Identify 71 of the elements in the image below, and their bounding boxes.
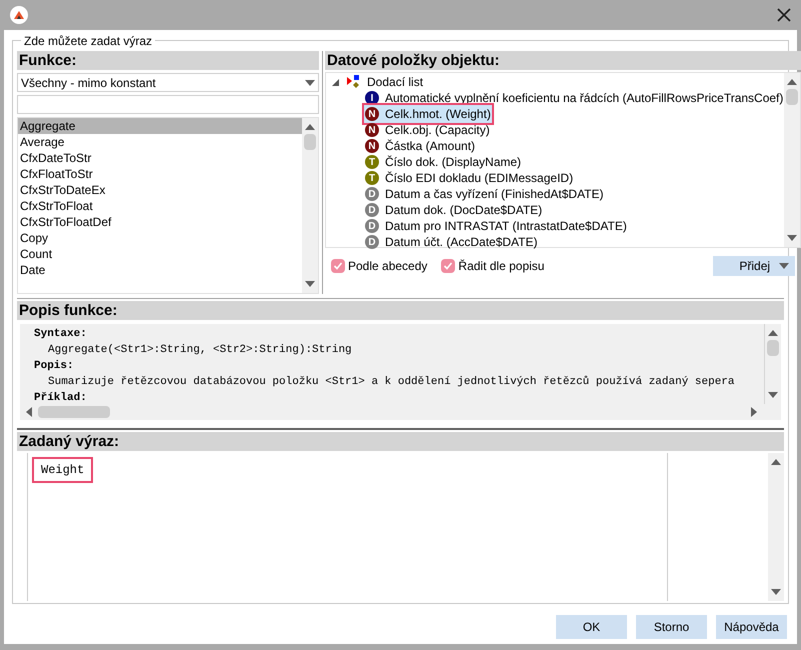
function-item[interactable]: Average [18, 134, 302, 150]
description-text: Sumarizuje řetězcovou databázovou položku <Str1> a k oddělení jednotlivých řetězců používá zadaný sepera [47, 374, 735, 390]
expression-text: Weight [32, 457, 94, 483]
scroll-down-icon[interactable] [768, 392, 778, 398]
function-item[interactable]: Copy [18, 230, 302, 246]
scroll-down-icon[interactable] [305, 281, 315, 287]
tree-item[interactable]: N Celk.obj. (Capacity) [364, 121, 491, 139]
dialog-button[interactable]: Storno [636, 615, 707, 639]
tree-item[interactable]: N Celk.hmot. (Weight) [364, 105, 492, 123]
object-icon [345, 75, 361, 89]
section-heading: Zadaný výraz: [17, 432, 784, 451]
checkbox-icon[interactable] [331, 259, 345, 273]
scroll-down-icon[interactable] [305, 80, 315, 86]
function-item[interactable]: CfxStrToFloat [18, 198, 302, 214]
search-field[interactable] [17, 95, 319, 114]
function-item[interactable]: Aggregate [18, 118, 302, 134]
close-icon[interactable] [777, 8, 791, 22]
section-heading: Popis funkce: [17, 301, 784, 320]
tree-root-label[interactable]: Dodací list [367, 73, 424, 91]
field-type-icon: D [365, 219, 379, 233]
function-filter-dropdown[interactable]: Všechny - mimo konstant [17, 73, 319, 92]
tree-item[interactable]: D Datum a čas vyřízení (FinishedAt$DATE) [364, 185, 605, 203]
tree-item[interactable]: T Číslo dok. (DisplayName) [364, 153, 522, 171]
dialog-button[interactable]: Nápověda [716, 615, 787, 639]
scroll-thumb[interactable] [38, 406, 110, 418]
function-item[interactable]: CfxDateToStr [18, 150, 302, 166]
field-type-icon: N [365, 139, 379, 153]
field-type-icon: N [365, 123, 379, 137]
function-item[interactable]: CfxStrToDateEx [18, 182, 302, 198]
option-checkbox[interactable]: Řadit dle popisu [441, 257, 544, 275]
tree-item[interactable]: D Datum pro INTRASTAT (IntrastatDate$DATE) [364, 217, 628, 235]
field-type-icon: D [365, 187, 379, 201]
add-button[interactable]: Přidej [713, 256, 796, 276]
function-item[interactable]: CfxStrToFloatDef [18, 214, 302, 230]
option-checkbox[interactable]: Podle abecedy [331, 257, 428, 275]
group-title: Zde můžete zadat výraz [21, 32, 156, 50]
field-type-icon: N [365, 107, 379, 121]
description-text: Aggregate(<Str1>:String, <Str2>:String):String [47, 343, 352, 358]
scroll-up-icon[interactable] [771, 459, 781, 465]
scroll-thumb[interactable] [304, 134, 316, 150]
section-heading: Datové položky objektu: [325, 51, 801, 70]
expand-caret-icon[interactable] [332, 78, 339, 86]
expression-editor[interactable]: Weight [27, 453, 784, 601]
field-type-icon: T [365, 155, 379, 169]
field-type-icon: T [365, 171, 379, 185]
function-item[interactable]: Date [18, 262, 302, 278]
scroll-down-icon[interactable] [787, 235, 798, 241]
function-item[interactable]: Count [18, 246, 302, 262]
app-logo-icon [10, 6, 28, 24]
function-item[interactable]: CfxFloatToStr [18, 166, 302, 182]
scroll-up-icon[interactable] [787, 79, 798, 85]
scroll-down-icon[interactable] [779, 263, 790, 269]
field-type-icon: D [365, 203, 379, 217]
scroll-up-icon[interactable] [768, 330, 778, 336]
field-type-icon: D [365, 235, 379, 249]
scroll-left-icon[interactable] [26, 407, 32, 417]
scroll-up-icon[interactable] [305, 124, 315, 130]
scroll-thumb[interactable] [786, 89, 798, 105]
scroll-down-icon[interactable] [771, 589, 781, 595]
checkbox-icon[interactable] [441, 259, 456, 273]
scroll-thumb[interactable] [767, 340, 779, 356]
tree-item[interactable]: D Datum dok. (DocDate$DATE) [364, 201, 544, 219]
dialog-button[interactable]: OK [556, 615, 627, 639]
tree-item[interactable]: N Částka (Amount) [364, 137, 476, 155]
description-label: Syntaxe: [34, 327, 87, 342]
scroll-right-icon[interactable] [751, 407, 757, 417]
tree-item[interactable]: D Datum účt. (AccDate$DATE) [364, 233, 538, 251]
tree-item[interactable]: T Číslo EDI dokladu (EDIMessageID) [364, 169, 574, 187]
description-label: Popis: [34, 359, 74, 374]
description-label: Příklad: [34, 391, 87, 404]
section-heading: Funkce: [17, 51, 319, 70]
